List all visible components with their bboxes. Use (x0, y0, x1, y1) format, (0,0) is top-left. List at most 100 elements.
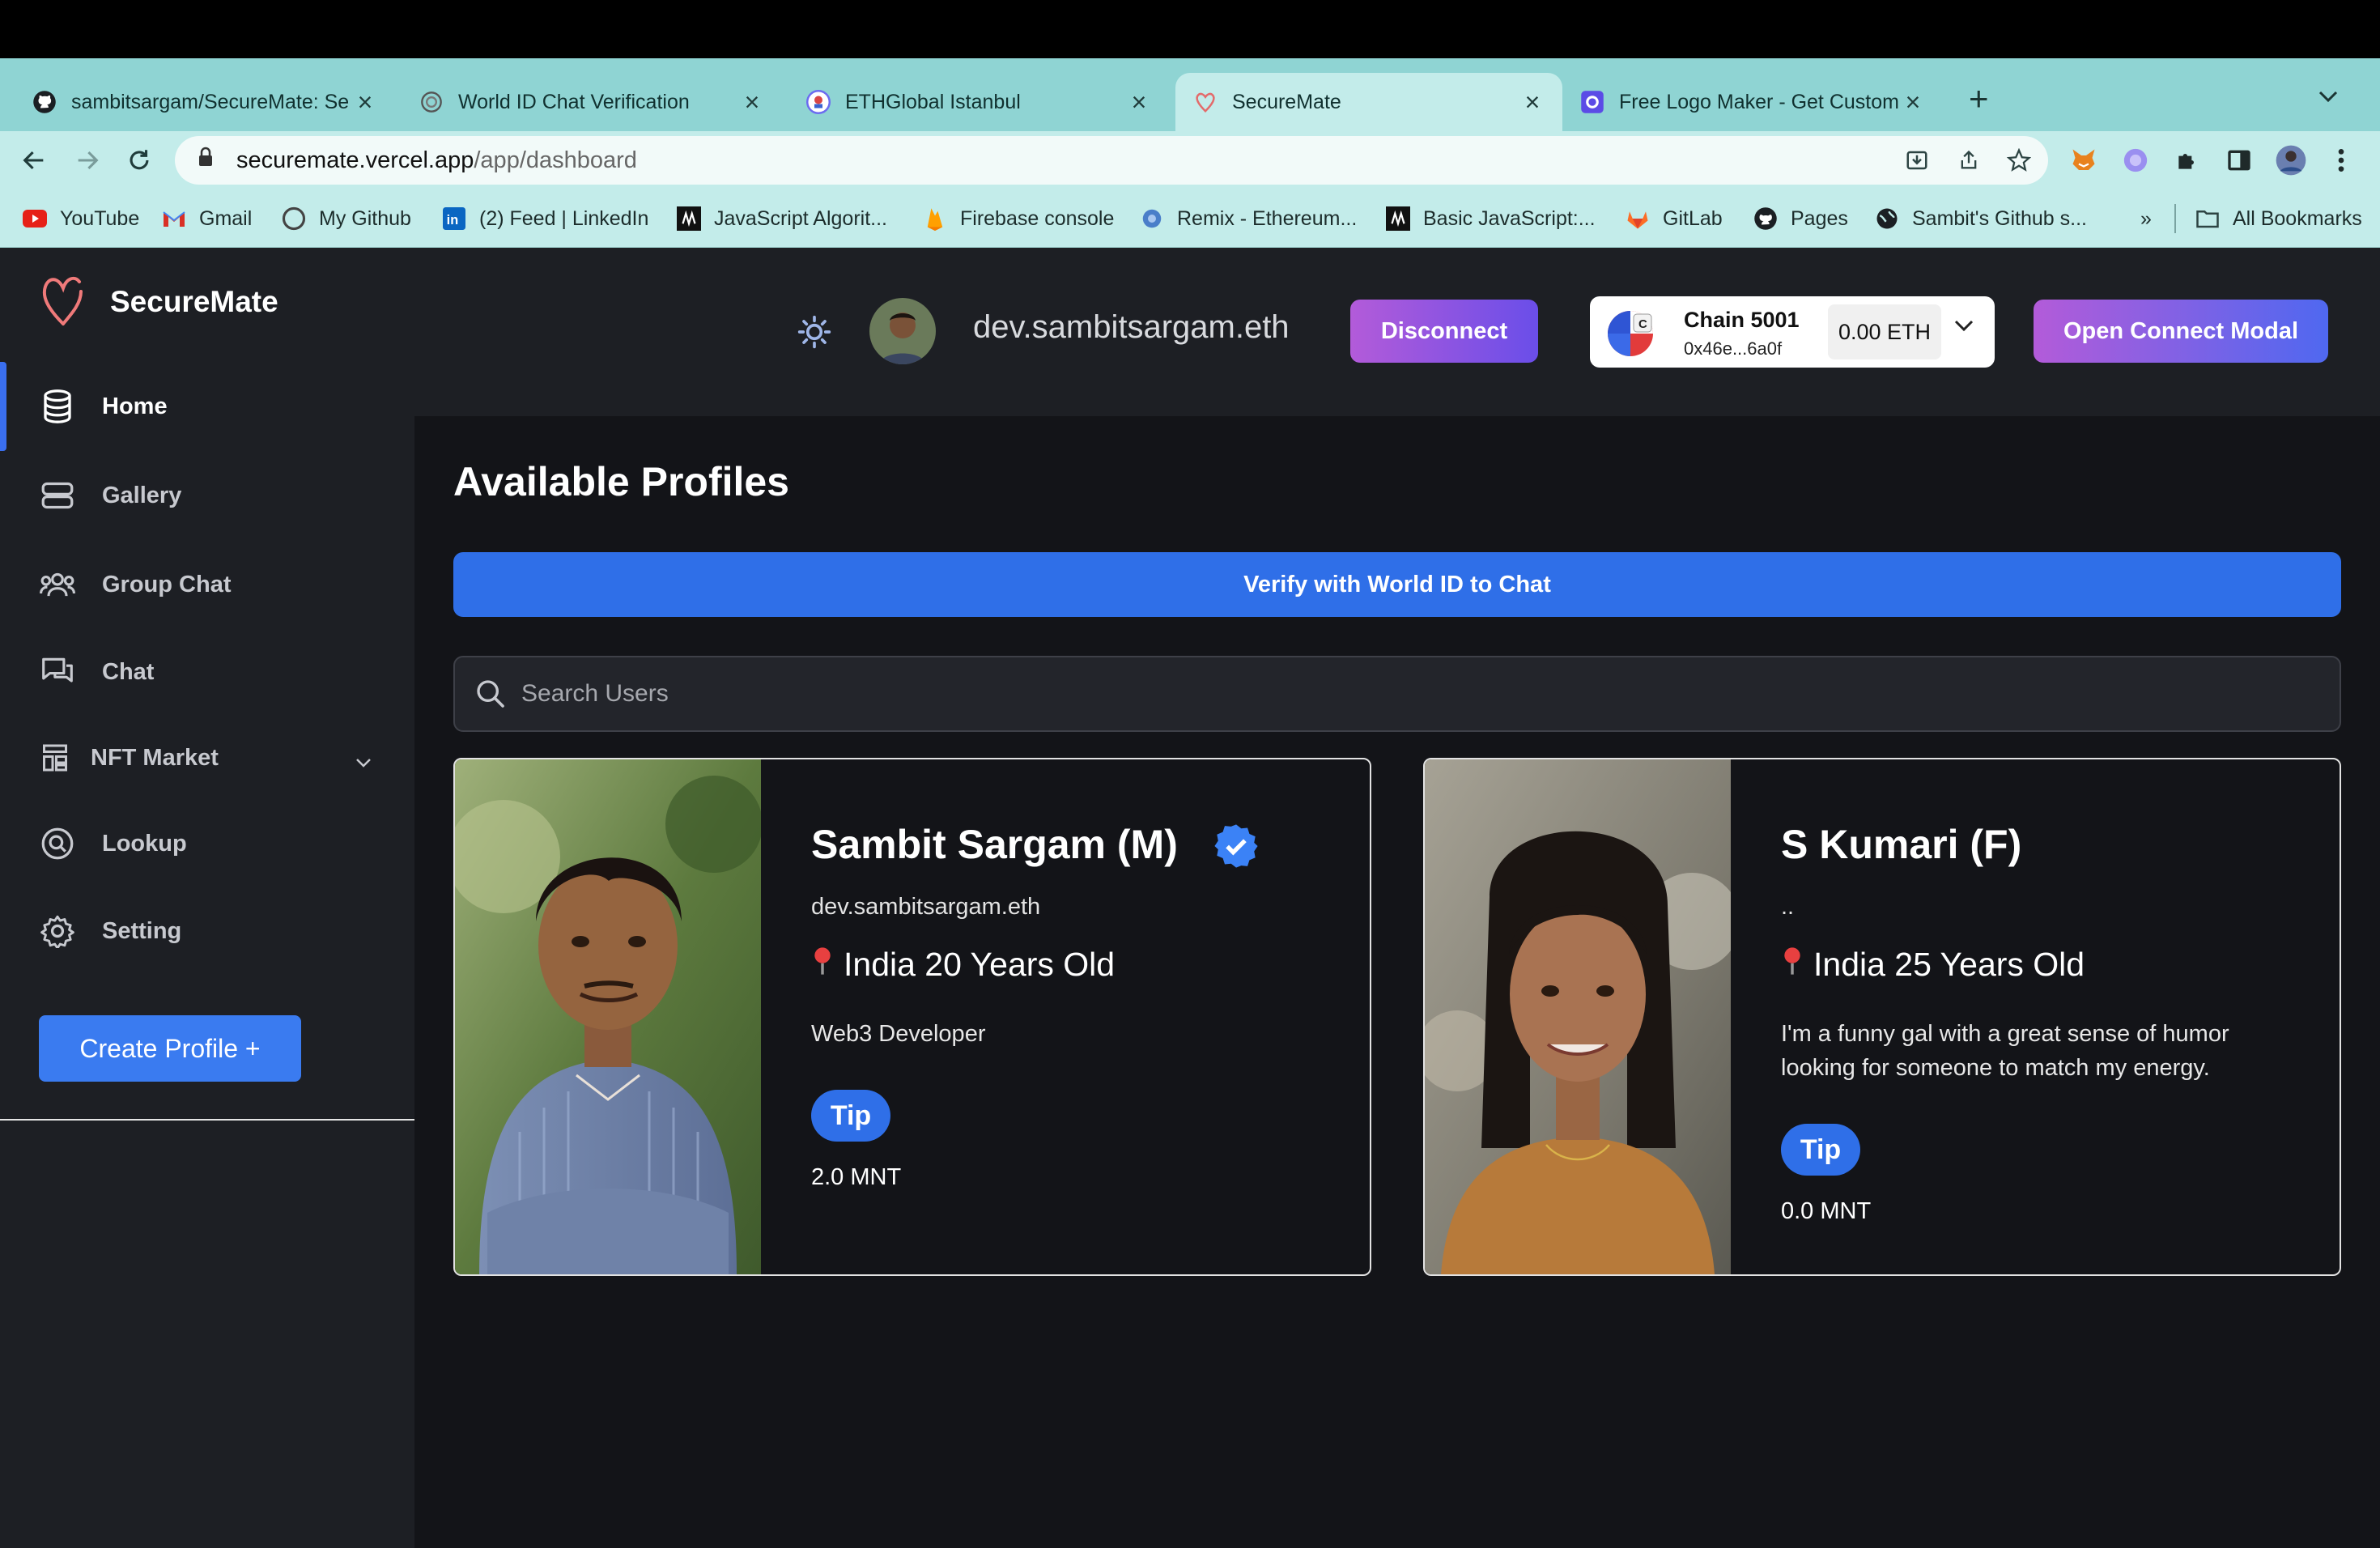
github-icon (32, 90, 57, 114)
profile-handle: .. (1781, 894, 1795, 920)
worldcoin-icon (419, 90, 444, 114)
bookmark-javascript-algorithms[interactable]: JavaScript Algorit... (677, 204, 887, 233)
bookmark-label: JavaScript Algorit... (714, 206, 887, 230)
install-app-icon[interactable] (1902, 146, 1932, 175)
sidebar-item-home[interactable]: Home (0, 362, 414, 451)
database-icon (39, 388, 76, 425)
tab-securemate[interactable]: SecureMate × (1175, 73, 1562, 131)
linkedin-icon: in (442, 206, 466, 231)
bookmark-label: Basic JavaScript:... (1423, 206, 1596, 230)
extensions-puzzle-icon[interactable] (2170, 142, 2205, 178)
tab-close-icon[interactable]: × (1127, 87, 1151, 117)
side-panel-icon[interactable] (2221, 142, 2257, 178)
server-stack-icon (39, 477, 76, 514)
new-tab-button[interactable]: + (1969, 79, 1989, 118)
market-icon (39, 739, 71, 776)
sidebar-item-label: Chat (102, 658, 155, 685)
tip-button[interactable]: Tip (1781, 1124, 1860, 1176)
theme-toggle-sun-icon[interactable] (797, 314, 832, 350)
bookmark-remix[interactable]: Remix - Ethereum... (1140, 204, 1357, 233)
tab-close-icon[interactable]: × (1901, 87, 1925, 117)
metamask-icon[interactable] (2066, 142, 2102, 178)
bookmark-star-icon[interactable] (2004, 146, 2034, 175)
bookmark-gmail[interactable]: Gmail (162, 204, 252, 233)
tab-logo-maker[interactable]: Free Logo Maker - Get Custom × (1562, 73, 1943, 131)
tab-worldid[interactable]: World ID Chat Verification × (402, 73, 782, 131)
sidebar-item-group-chat[interactable]: Group Chat (0, 547, 414, 622)
share-icon[interactable] (1954, 146, 1983, 175)
sidebar-item-label: Setting (102, 917, 182, 944)
tab-github[interactable]: sambitsargam/SecureMate: Se × (15, 73, 395, 131)
tip-button[interactable]: Tip (811, 1090, 890, 1142)
tab-title: sambitsargam/SecureMate: Se (71, 90, 350, 113)
browser-menu-icon[interactable] (2323, 142, 2359, 178)
url-path: /app/dashboard (474, 147, 637, 173)
user-avatar[interactable] (869, 298, 936, 364)
wallet-address: 0x46e...6a0f (1684, 338, 1783, 359)
tab-title: SecureMate (1232, 90, 1341, 113)
lookup-icon (39, 825, 76, 862)
wallet-balance: 0.00 ETH (1828, 304, 1941, 359)
sidebar-item-chat[interactable]: Chat (0, 635, 414, 709)
lock-icon[interactable] (198, 147, 215, 174)
open-connect-modal-button[interactable]: Open Connect Modal (2034, 300, 2328, 363)
location-pin-icon (1781, 946, 1804, 983)
bookmark-youtube[interactable]: YouTube (23, 204, 139, 233)
extension-purple-icon[interactable] (2118, 142, 2153, 178)
bookmark-pages[interactable]: Pages (1753, 204, 1848, 233)
tab-close-icon[interactable]: × (740, 87, 764, 117)
folder-icon (2195, 206, 2220, 231)
overflow-chevron-icon: » (2140, 206, 2152, 230)
gitlab-icon (1626, 206, 1650, 231)
profile-location: India 20 Years Old (811, 946, 1115, 984)
profile-card[interactable]: S Kumari (F) .. India 25 Years Old I'm a… (1423, 758, 2341, 1276)
bookmarks-overflow-button[interactable]: » (2140, 204, 2152, 233)
bookmark-label: Firebase console (960, 206, 1115, 230)
url-host: securemate.vercel.app (236, 147, 474, 173)
sidebar-item-label: Lookup (102, 830, 187, 857)
sidebar-item-nft-market[interactable]: NFT Market (0, 721, 414, 795)
address-bar[interactable]: securemate.vercel.app/app/dashboard (175, 136, 2048, 185)
bookmark-label: Gmail (199, 206, 253, 230)
bookmark-label: My Github (319, 206, 411, 230)
tab-ethglobal[interactable]: ETHGlobal Istanbul × (788, 73, 1169, 131)
all-bookmarks-button[interactable]: All Bookmarks (2174, 204, 2362, 233)
bookmark-label: Remix - Ethereum... (1177, 206, 1358, 230)
back-arrow-icon[interactable] (13, 139, 55, 181)
reload-icon[interactable] (118, 139, 160, 181)
bookmark-basic-javascript[interactable]: Basic JavaScript:... (1386, 204, 1596, 233)
profile-bio: I'm a funny gal with a great sense of hu… (1781, 1021, 2229, 1081)
sidebar-item-lookup[interactable]: Lookup (0, 806, 414, 881)
create-profile-button[interactable]: Create Profile + (39, 1015, 301, 1082)
tab-search-chevron-icon[interactable] (2317, 84, 2340, 110)
sidebar-item-setting[interactable]: Setting (0, 894, 414, 968)
sidebar-item-label: NFT Market (91, 744, 219, 771)
chevron-down-icon[interactable] (1953, 317, 1975, 338)
bookmark-sambits-github[interactable]: Sambit's Github s... (1875, 204, 2087, 233)
page-title: Available Profiles (453, 459, 789, 504)
profile-avatar-icon[interactable] (2273, 142, 2309, 178)
brand-logo[interactable]: SecureMate (40, 272, 278, 331)
heart-logo-icon (40, 272, 86, 331)
logo-maker-icon (1580, 90, 1604, 114)
bookmark-my-github[interactable]: My Github (282, 204, 411, 233)
profile-location-text: India 20 Years Old (844, 946, 1116, 983)
search-input[interactable] (521, 661, 2340, 726)
disconnect-button[interactable]: Disconnect (1350, 300, 1538, 363)
tab-close-icon[interactable]: × (353, 87, 377, 117)
forward-arrow-icon[interactable] (66, 139, 108, 181)
tab-title: ETHGlobal Istanbul (845, 90, 1021, 113)
svg-text:in: in (447, 213, 459, 228)
bookmark-firebase[interactable]: Firebase console (923, 204, 1114, 233)
sidebar-item-label: Home (102, 393, 168, 419)
chevron-down-icon[interactable] (355, 748, 372, 775)
bookmark-gitlab[interactable]: GitLab (1626, 204, 1723, 233)
profile-card[interactable]: Sambit Sargam (M) dev.sambitsargam.eth I… (453, 758, 1371, 1276)
bookmark-label: All Bookmarks (2233, 206, 2362, 230)
verify-world-id-button[interactable]: Verify with World ID to Chat (453, 552, 2341, 617)
bookmark-linkedin[interactable]: in (2) Feed | LinkedIn (442, 204, 648, 233)
bookmark-label: GitLab (1663, 206, 1723, 230)
wallet-account-button[interactable]: C Chain 5001 0x46e...6a0f 0.00 ETH (1590, 296, 1995, 368)
tab-close-icon[interactable]: × (1520, 87, 1545, 117)
sidebar-item-gallery[interactable]: Gallery (0, 458, 414, 533)
